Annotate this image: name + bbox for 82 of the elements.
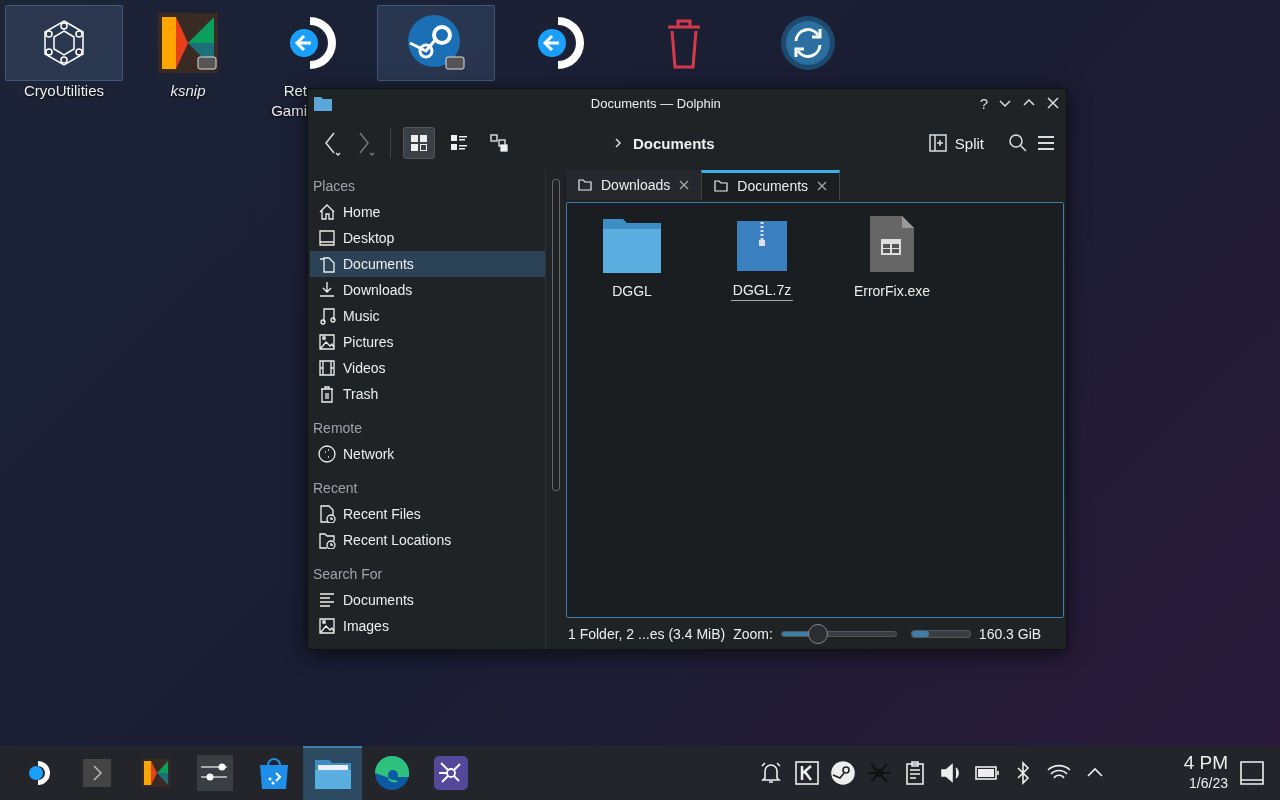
places-item[interactable]: Recent Locations bbox=[310, 527, 546, 553]
places-item[interactable]: Pictures bbox=[310, 329, 546, 355]
breadcrumb-item[interactable]: Documents bbox=[633, 134, 715, 152]
scrollbar[interactable] bbox=[552, 179, 561, 491]
tree-icon bbox=[490, 134, 508, 152]
pictures-icon bbox=[318, 617, 336, 635]
file-item[interactable]: DGGL bbox=[567, 214, 697, 301]
steam-icon[interactable] bbox=[830, 760, 856, 786]
trash-icon bbox=[318, 385, 336, 403]
archive-icon bbox=[736, 219, 788, 272]
places-item[interactable]: Desktop bbox=[310, 225, 546, 251]
shortcut-label: Gami bbox=[271, 101, 307, 121]
status-text: 1 Folder, 2 ...es (3.4 MiB) bbox=[568, 625, 726, 642]
shortcut-label: Ret bbox=[283, 81, 307, 101]
refresh-icon bbox=[778, 13, 838, 73]
executable-file-icon bbox=[869, 214, 915, 273]
desktop-shortcut[interactable] bbox=[377, 5, 495, 81]
folder-icon bbox=[602, 216, 662, 273]
recent-files-icon bbox=[318, 505, 336, 523]
split-view-icon bbox=[928, 134, 947, 152]
shortcut-label: CryoUtilities bbox=[24, 81, 104, 101]
search-icon[interactable] bbox=[1008, 133, 1028, 153]
section-heading: Recent bbox=[312, 479, 359, 498]
places-item[interactable]: Network bbox=[310, 441, 546, 467]
places-item[interactable]: Trash bbox=[310, 381, 546, 407]
text-icon bbox=[318, 591, 336, 609]
places-item[interactable]: Documents bbox=[310, 251, 546, 277]
folder-icon bbox=[314, 95, 332, 111]
places-item[interactable]: Videos bbox=[310, 355, 546, 381]
places-item[interactable]: Images bbox=[310, 613, 546, 639]
shortcut-label: ksnip bbox=[170, 81, 206, 101]
places-item[interactable]: Home bbox=[310, 199, 546, 225]
desktop-shortcut[interactable] bbox=[5, 5, 123, 81]
close-tab-icon[interactable] bbox=[817, 181, 828, 192]
grid-icon bbox=[410, 134, 428, 152]
network-icon bbox=[318, 445, 336, 463]
help-button[interactable]: ? bbox=[979, 94, 988, 112]
documents-icon bbox=[318, 255, 336, 273]
menu-icon[interactable] bbox=[1036, 133, 1056, 153]
places-item[interactable]: Documents bbox=[310, 587, 546, 613]
list-icon bbox=[450, 134, 468, 152]
folder-icon bbox=[578, 178, 592, 191]
bell-icon[interactable] bbox=[758, 760, 784, 786]
section-heading: Remote bbox=[312, 419, 364, 438]
window-title: Documents — Dolphin bbox=[589, 95, 722, 111]
k-icon[interactable] bbox=[794, 760, 820, 786]
tab[interactable]: Downloads bbox=[566, 169, 702, 200]
places-item[interactable]: Music bbox=[310, 303, 546, 329]
recent-locations-icon bbox=[318, 531, 336, 549]
file-item[interactable]: DGGL.7z bbox=[697, 214, 827, 301]
icons-view-button[interactable] bbox=[403, 127, 435, 159]
close-icon[interactable] bbox=[1046, 96, 1060, 110]
split-button[interactable]: Split bbox=[922, 133, 990, 153]
disk-space-bar bbox=[910, 629, 971, 638]
section-heading: Places bbox=[312, 177, 357, 196]
settings-icon bbox=[194, 753, 235, 793]
k-logo-icon bbox=[158, 13, 218, 73]
tab[interactable]: Documents bbox=[701, 169, 841, 200]
clock-time: 4 PM bbox=[1183, 753, 1228, 773]
file-name: ErrorFix.exe bbox=[852, 282, 932, 301]
home-icon bbox=[318, 203, 336, 221]
file-name: DGGL bbox=[611, 282, 653, 301]
zoom-slider[interactable] bbox=[780, 623, 897, 644]
file-name: DGGL.7z bbox=[730, 281, 794, 301]
pictures-icon bbox=[318, 333, 336, 351]
free-space-text: 160.3 GiB bbox=[978, 625, 1042, 642]
files-app-button[interactable] bbox=[303, 746, 362, 800]
show-desktop-icon[interactable] bbox=[1238, 759, 1266, 787]
music-icon bbox=[318, 307, 336, 325]
zoom-label: Zoom: bbox=[733, 625, 773, 642]
close-tab-icon[interactable] bbox=[679, 179, 690, 190]
downloads-icon bbox=[318, 281, 336, 299]
videos-icon bbox=[318, 359, 336, 377]
section-heading: Search For bbox=[312, 565, 384, 584]
file-item[interactable]: ErrorFix.exe bbox=[827, 214, 957, 301]
places-item[interactable]: Recent Files bbox=[310, 501, 546, 527]
chevron-right-icon bbox=[613, 137, 623, 149]
clock-date: 1/6/23 bbox=[1189, 774, 1228, 793]
desktop-icon bbox=[318, 229, 336, 247]
steam-icon bbox=[406, 13, 466, 73]
places-item[interactable]: Downloads bbox=[310, 277, 546, 303]
folder-icon bbox=[714, 180, 729, 193]
